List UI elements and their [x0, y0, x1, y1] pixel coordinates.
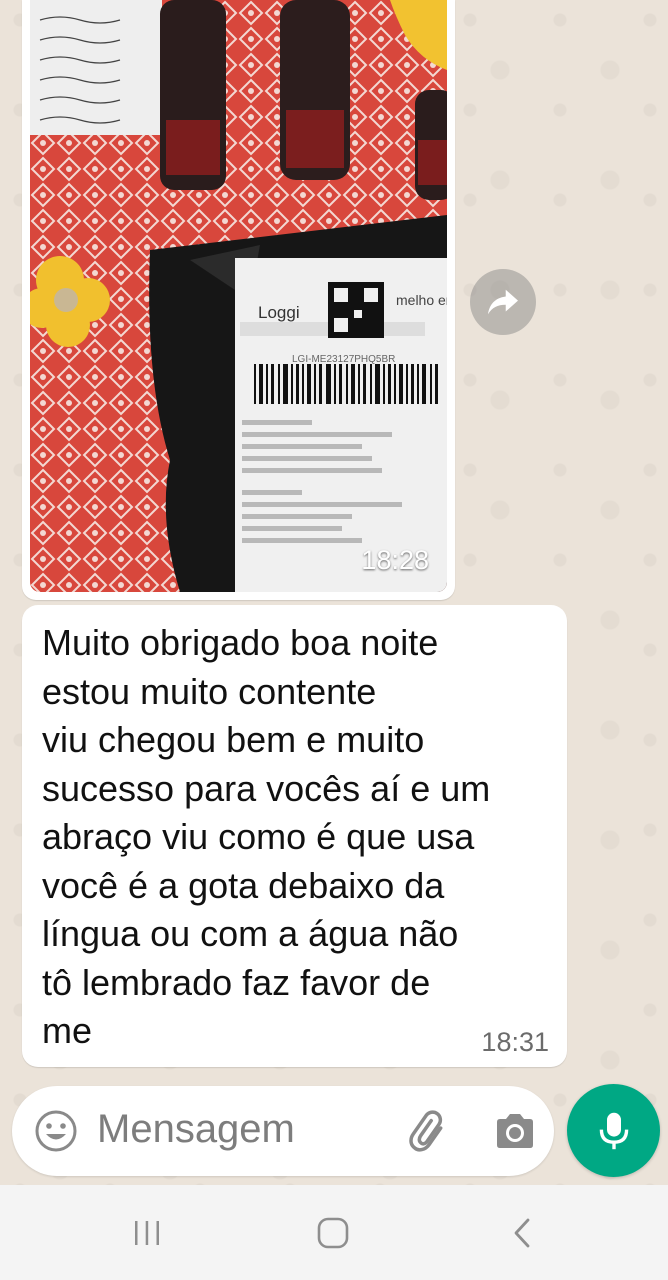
forward-button[interactable]	[470, 269, 536, 335]
back-icon[interactable]	[506, 1216, 540, 1250]
message-timestamp: 18:31	[481, 1027, 549, 1057]
message-composer[interactable]: Mensagem	[12, 1086, 554, 1176]
label-tracking: LGI-ME23127PHQ5BR	[292, 354, 395, 365]
text-message[interactable]: Muito obrigado boa noite estou muito con…	[22, 605, 567, 1067]
voice-record-button[interactable]	[567, 1084, 660, 1177]
label-partner: melho env	[396, 292, 447, 308]
message-text: Muito obrigado boa noite estou muito con…	[42, 622, 491, 1051]
message-photo[interactable]: Loggi melho env LGI-ME23127PHQ5BR 18:28	[30, 0, 447, 592]
forward-icon	[488, 289, 518, 315]
image-message[interactable]: Loggi melho env LGI-ME23127PHQ5BR 18:28	[22, 0, 455, 600]
recents-icon[interactable]	[130, 1216, 164, 1250]
attach-icon[interactable]	[407, 1108, 453, 1154]
image-timestamp: 18:28	[361, 545, 429, 575]
label-brand: Loggi	[258, 303, 300, 322]
mic-icon	[599, 1112, 628, 1149]
message-input[interactable]: Mensagem	[97, 1107, 295, 1152]
emoji-icon[interactable]	[34, 1109, 78, 1153]
camera-icon[interactable]	[493, 1110, 537, 1152]
system-navigation-bar	[0, 1185, 668, 1280]
home-icon[interactable]	[316, 1216, 350, 1250]
